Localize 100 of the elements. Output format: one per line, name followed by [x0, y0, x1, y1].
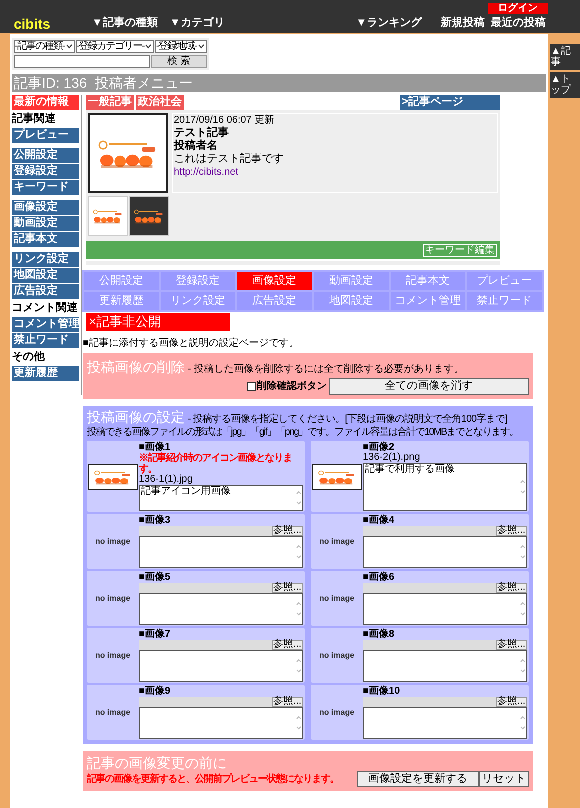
sidebar-item[interactable]: 禁止ワード [12, 333, 79, 348]
description-field[interactable] [363, 650, 527, 682]
image-label: ■画像2 [363, 442, 395, 453]
site-logo[interactable]: cibits [14, 17, 92, 31]
description-field[interactable]: 記事で利用する画像 [363, 463, 527, 511]
sidebar-item[interactable]: 記事本文 [12, 232, 79, 247]
sidebar-item[interactable]: 最新の情報 [12, 95, 79, 110]
browse-button[interactable]: 参照... [272, 640, 303, 650]
image-label: ■画像5 [139, 572, 171, 583]
sidebar-item[interactable]: 公開設定 [12, 148, 79, 163]
browse-button[interactable]: 参照... [272, 526, 303, 536]
browse-button[interactable]: 参照... [496, 697, 527, 707]
scroll-arrows-icon [296, 490, 302, 506]
image-label: ■画像7 [139, 629, 171, 640]
sidebar-item[interactable]: プレビュー [12, 128, 79, 143]
page-title-bar: 記事ID: 136 投稿者メニュー [12, 74, 546, 92]
no-image-text: no image [319, 536, 355, 548]
image-label: ■画像4 [363, 515, 395, 526]
article-summary: これはテスト記事です [174, 153, 285, 166]
file-input[interactable]: 参照... [139, 526, 303, 536]
sidebar-item[interactable]: 地図設定 [12, 268, 79, 283]
filter-dropdown[interactable]: -登録地域- [155, 40, 208, 53]
description-field[interactable] [363, 536, 527, 568]
scroll-arrows-icon [296, 715, 302, 731]
description-field[interactable] [363, 707, 527, 739]
article-url[interactable]: http://cibits.net [174, 166, 496, 179]
sidebar-item[interactable]: コメント管理 [12, 317, 79, 332]
sidebar-item[interactable]: 広告設定 [12, 284, 79, 299]
file-input[interactable]: 参照... [139, 697, 303, 707]
thumbnail-frame[interactable] [88, 196, 128, 236]
nav-menu-item[interactable]: ▼カテゴリ [170, 14, 225, 31]
file-input[interactable]: 参照... [363, 526, 527, 536]
browse-button[interactable]: 参照... [496, 640, 527, 650]
description-field[interactable] [139, 593, 303, 625]
no-image-text: no image [95, 706, 131, 718]
image-label: ■画像1 [139, 442, 171, 453]
delete-all-button[interactable]: 全ての画像を消す [329, 378, 529, 395]
no-image-text: no image [95, 536, 131, 548]
scroll-arrows-icon [520, 601, 526, 617]
chevron-down-icon [66, 44, 73, 49]
file-name: 136-1(1).jpg [139, 475, 194, 485]
search-field[interactable] [14, 55, 150, 68]
login-button[interactable]: ログイン [488, 3, 548, 14]
reset-button[interactable]: リセット [479, 771, 529, 787]
image-note: ※記事紹介時のアイコン画像となります。 [139, 453, 293, 475]
author-name: 投稿者名 [174, 140, 219, 153]
update-button[interactable]: 画像設定を更新する [357, 771, 479, 787]
filter-dropdown[interactable]: -登録カテゴリー- [76, 40, 154, 53]
warning-text: 記事の画像を更新すると、公開前プレビュー状態になります。 [87, 772, 340, 786]
nav-link[interactable]: 新規投稿 [441, 14, 485, 31]
no-image-text: no image [95, 592, 131, 604]
no-image-text: no image [319, 706, 355, 718]
file-input[interactable]: 参照... [363, 583, 527, 593]
scroll-button[interactable]: ▲記事 [550, 44, 580, 70]
image-label: ■画像6 [363, 572, 395, 583]
file-input[interactable]: 参照... [139, 640, 303, 650]
checkbox[interactable] [247, 382, 256, 391]
file-input[interactable]: 参照... [139, 583, 303, 593]
article-title: テスト記事 [174, 127, 230, 140]
browse-button[interactable]: 参照... [272, 583, 303, 593]
thumbnail-frame[interactable] [129, 196, 169, 236]
search-button[interactable]: 検 索 [151, 55, 208, 68]
description-field[interactable] [139, 536, 303, 568]
nav-menu-item[interactable]: ▼記事の種類 [92, 14, 158, 31]
file-input[interactable]: 参照... [363, 640, 527, 650]
image-label: ■画像9 [139, 686, 171, 697]
section-note: - 投稿した画像を削除するには全て削除する必要があります。 [188, 362, 464, 377]
nav-menu-item[interactable]: ▼ランキング [356, 14, 422, 31]
sidebar-section-heading: コメント関連 [12, 300, 79, 316]
checkbox-label: 削除確認ボタン [257, 380, 327, 394]
format-note: 投稿できる画像ファイルの形式は「jpg」「gif」「png」です。ファイル容量は合計で10MBまでとなります。 [87, 427, 520, 439]
article-date: 2017/09/16 06:07 更新 [174, 114, 276, 126]
description-field[interactable] [363, 593, 527, 625]
nav-link[interactable]: 最近の投稿 [491, 14, 546, 31]
file-input[interactable]: 参照... [363, 697, 527, 707]
scroll-arrows-icon [296, 658, 302, 674]
browse-button[interactable]: 参照... [272, 697, 303, 707]
sidebar-item[interactable]: 動画設定 [12, 216, 79, 231]
file-name: 136-2(1).png [363, 453, 422, 463]
sidebar-item[interactable]: 更新履歴 [12, 366, 79, 381]
browse-button[interactable]: 参照... [496, 583, 527, 593]
scroll-arrows-icon [520, 544, 526, 560]
sidebar-item[interactable]: 画像設定 [12, 200, 79, 215]
description-field[interactable]: 記事アイコン用画像 [139, 485, 303, 511]
section-heading: 投稿画像の設定 [87, 410, 185, 425]
scroll-arrows-icon [520, 715, 526, 731]
section-note: - 投稿する画像を指定してください。[下段は画像の説明文で全角100字まで] [188, 412, 508, 426]
browse-button[interactable]: 参照... [496, 526, 527, 536]
settings-tab[interactable]: 画像設定 [237, 272, 312, 290]
sidebar-item[interactable]: 登録設定 [12, 164, 79, 179]
no-image-text: no image [95, 650, 131, 662]
description-field[interactable] [139, 650, 303, 682]
section-heading: 記事の画像変更の前に [87, 755, 228, 771]
section-heading: 投稿画像の削除 [87, 358, 185, 377]
filter-dropdown[interactable]: -記事の種類- [14, 40, 75, 53]
description-field[interactable] [139, 707, 303, 739]
sidebar-item[interactable]: リンク設定 [12, 252, 79, 267]
article-page-link[interactable]: >記事ページ [400, 95, 500, 110]
scroll-button[interactable]: ▲トップ [550, 72, 580, 98]
sidebar-item[interactable]: キーワード [12, 180, 79, 195]
